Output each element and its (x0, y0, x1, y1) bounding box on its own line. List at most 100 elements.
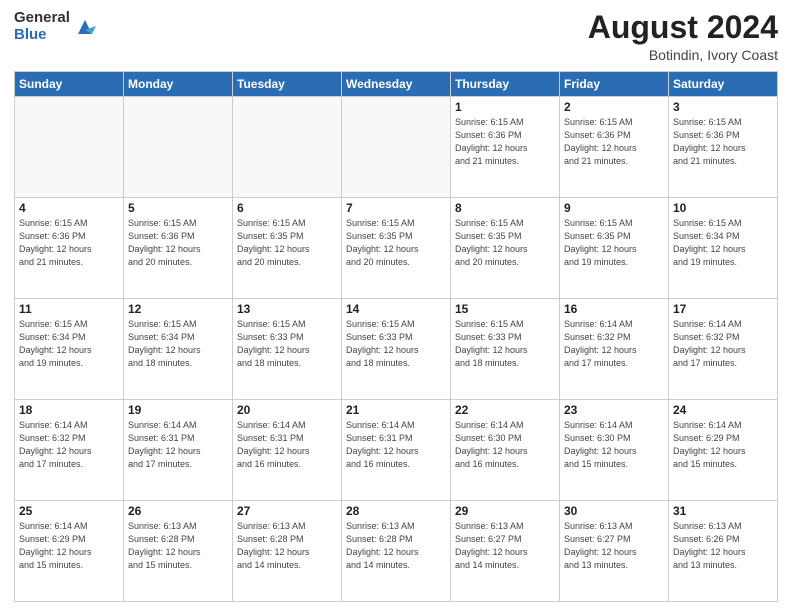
table-row: 4 Sunrise: 6:15 AMSunset: 6:36 PMDaylight… (15, 198, 124, 299)
day-info: Sunrise: 6:15 AMSunset: 6:33 PMDaylight:… (346, 318, 446, 370)
table-row: 18Sunrise: 6:14 AMSunset: 6:32 PMDayligh… (15, 400, 124, 501)
table-row: 24Sunrise: 6:14 AMSunset: 6:29 PMDayligh… (669, 400, 778, 501)
day-number: 12 (128, 302, 228, 316)
page: General Blue August 2024 Botindin, Ivory… (0, 0, 792, 612)
col-sunday: Sunday (15, 72, 124, 97)
day-info: Sunrise: 6:14 AMSunset: 6:32 PMDaylight:… (564, 318, 664, 370)
col-wednesday: Wednesday (342, 72, 451, 97)
logo-text: General Blue (14, 10, 70, 43)
day-number: 27 (237, 504, 337, 518)
calendar-table: Sunday Monday Tuesday Wednesday Thursday… (14, 71, 778, 602)
day-number: 15 (455, 302, 555, 316)
day-number: 13 (237, 302, 337, 316)
day-info: Sunrise: 6:14 AMSunset: 6:31 PMDaylight:… (237, 419, 337, 471)
day-number: 1 (455, 100, 555, 114)
day-info: Sunrise: 6:13 AMSunset: 6:27 PMDaylight:… (564, 520, 664, 572)
day-number: 21 (346, 403, 446, 417)
day-number: 22 (455, 403, 555, 417)
day-info: Sunrise: 6:15 AMSunset: 6:36 PMDaylight:… (19, 217, 119, 269)
table-row (233, 97, 342, 198)
day-number: 30 (564, 504, 664, 518)
table-row (124, 97, 233, 198)
logo-general: General (14, 10, 70, 27)
logo-blue: Blue (14, 27, 70, 44)
day-info: Sunrise: 6:13 AMSunset: 6:27 PMDaylight:… (455, 520, 555, 572)
title-location: Botindin, Ivory Coast (588, 47, 778, 63)
table-row: 22Sunrise: 6:14 AMSunset: 6:30 PMDayligh… (451, 400, 560, 501)
table-row: 17Sunrise: 6:14 AMSunset: 6:32 PMDayligh… (669, 299, 778, 400)
day-number: 16 (564, 302, 664, 316)
day-number: 11 (19, 302, 119, 316)
col-thursday: Thursday (451, 72, 560, 97)
table-row: 3 Sunrise: 6:15 AMSunset: 6:36 PMDaylight… (669, 97, 778, 198)
day-number: 20 (237, 403, 337, 417)
logo-icon (74, 16, 96, 38)
table-row: 25Sunrise: 6:14 AMSunset: 6:29 PMDayligh… (15, 501, 124, 602)
table-row: 29Sunrise: 6:13 AMSunset: 6:27 PMDayligh… (451, 501, 560, 602)
day-info: Sunrise: 6:15 AMSunset: 6:34 PMDaylight:… (673, 217, 773, 269)
day-number: 9 (564, 201, 664, 215)
header: General Blue August 2024 Botindin, Ivory… (14, 10, 778, 63)
calendar-week-row: 11 Sunrise: 6:15 AMSunset: 6:34 PMDayligh… (15, 299, 778, 400)
day-number: 4 (19, 201, 119, 215)
day-info: Sunrise: 6:15 AMSunset: 6:36 PMDaylight:… (455, 116, 555, 168)
calendar-week-row: 25Sunrise: 6:14 AMSunset: 6:29 PMDayligh… (15, 501, 778, 602)
table-row (15, 97, 124, 198)
day-number: 25 (19, 504, 119, 518)
table-row: 19Sunrise: 6:14 AMSunset: 6:31 PMDayligh… (124, 400, 233, 501)
day-number: 28 (346, 504, 446, 518)
day-number: 24 (673, 403, 773, 417)
day-number: 23 (564, 403, 664, 417)
day-info: Sunrise: 6:14 AMSunset: 6:31 PMDaylight:… (346, 419, 446, 471)
day-number: 17 (673, 302, 773, 316)
day-info: Sunrise: 6:14 AMSunset: 6:31 PMDaylight:… (128, 419, 228, 471)
day-number: 6 (237, 201, 337, 215)
col-saturday: Saturday (669, 72, 778, 97)
table-row: 16 Sunrise: 6:14 AMSunset: 6:32 PMDayligh… (560, 299, 669, 400)
day-info: Sunrise: 6:15 AMSunset: 6:35 PMDaylight:… (564, 217, 664, 269)
day-number: 7 (346, 201, 446, 215)
table-row: 6Sunrise: 6:15 AMSunset: 6:35 PMDaylight… (233, 198, 342, 299)
table-row: 1 Sunrise: 6:15 AMSunset: 6:36 PMDaylight… (451, 97, 560, 198)
day-info: Sunrise: 6:13 AMSunset: 6:28 PMDaylight:… (128, 520, 228, 572)
table-row: 2 Sunrise: 6:15 AMSunset: 6:36 PMDaylight… (560, 97, 669, 198)
table-row: 15 Sunrise: 6:15 AMSunset: 6:33 PMDayligh… (451, 299, 560, 400)
table-row (342, 97, 451, 198)
table-row: 13 Sunrise: 6:15 AMSunset: 6:33 PMDayligh… (233, 299, 342, 400)
day-info: Sunrise: 6:13 AMSunset: 6:28 PMDaylight:… (237, 520, 337, 572)
day-number: 3 (673, 100, 773, 114)
day-number: 2 (564, 100, 664, 114)
table-row: 20 Sunrise: 6:14 AMSunset: 6:31 PMDayligh… (233, 400, 342, 501)
logo: General Blue (14, 10, 96, 43)
table-row: 5 Sunrise: 6:15 AMSunset: 6:36 PMDaylight… (124, 198, 233, 299)
table-row: 10 Sunrise: 6:15 AMSunset: 6:34 PMDayligh… (669, 198, 778, 299)
day-info: Sunrise: 6:15 AMSunset: 6:36 PMDaylight:… (128, 217, 228, 269)
day-number: 14 (346, 302, 446, 316)
calendar-header-row: Sunday Monday Tuesday Wednesday Thursday… (15, 72, 778, 97)
day-info: Sunrise: 6:15 AMSunset: 6:34 PMDaylight:… (19, 318, 119, 370)
table-row: 11 Sunrise: 6:15 AMSunset: 6:34 PMDayligh… (15, 299, 124, 400)
day-info: Sunrise: 6:13 AMSunset: 6:26 PMDaylight:… (673, 520, 773, 572)
table-row: 12 Sunrise: 6:15 AMSunset: 6:34 PMDayligh… (124, 299, 233, 400)
day-info: Sunrise: 6:15 AMSunset: 6:35 PMDaylight:… (455, 217, 555, 269)
title-block: August 2024 Botindin, Ivory Coast (588, 10, 778, 63)
day-info: Sunrise: 6:15 AMSunset: 6:34 PMDaylight:… (128, 318, 228, 370)
day-number: 5 (128, 201, 228, 215)
calendar-week-row: 1 Sunrise: 6:15 AMSunset: 6:36 PMDaylight… (15, 97, 778, 198)
day-number: 31 (673, 504, 773, 518)
day-info: Sunrise: 6:13 AMSunset: 6:28 PMDaylight:… (346, 520, 446, 572)
table-row: 9 Sunrise: 6:15 AMSunset: 6:35 PMDaylight… (560, 198, 669, 299)
day-info: Sunrise: 6:15 AMSunset: 6:33 PMDaylight:… (237, 318, 337, 370)
day-number: 8 (455, 201, 555, 215)
table-row: 7Sunrise: 6:15 AMSunset: 6:35 PMDaylight… (342, 198, 451, 299)
day-info: Sunrise: 6:14 AMSunset: 6:32 PMDaylight:… (19, 419, 119, 471)
day-info: Sunrise: 6:15 AMSunset: 6:36 PMDaylight:… (673, 116, 773, 168)
day-info: Sunrise: 6:15 AMSunset: 6:36 PMDaylight:… (564, 116, 664, 168)
day-info: Sunrise: 6:15 AMSunset: 6:33 PMDaylight:… (455, 318, 555, 370)
col-friday: Friday (560, 72, 669, 97)
table-row: 26 Sunrise: 6:13 AMSunset: 6:28 PMDayligh… (124, 501, 233, 602)
col-tuesday: Tuesday (233, 72, 342, 97)
day-number: 10 (673, 201, 773, 215)
day-number: 26 (128, 504, 228, 518)
table-row: 14 Sunrise: 6:15 AMSunset: 6:33 PMDayligh… (342, 299, 451, 400)
